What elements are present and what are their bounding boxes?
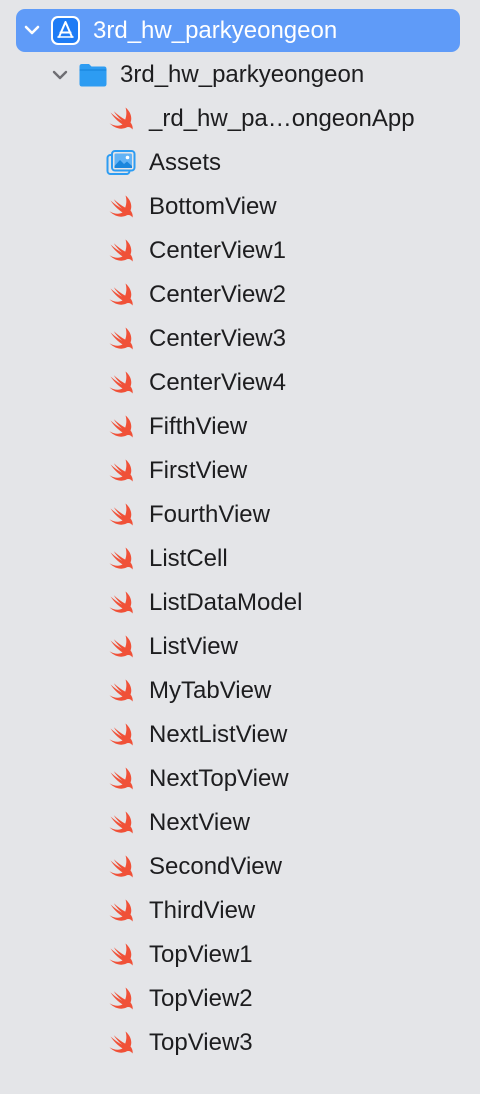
file-row[interactable]: ListCell [0,537,480,581]
file-name: Assets [149,149,222,176]
file-row[interactable]: CenterView2 [0,273,480,317]
swift-file-icon [109,635,133,658]
file-row[interactable]: NextView [0,801,480,845]
file-name: ListDataModel [149,589,303,616]
swift-file-icon [109,459,133,482]
swift-file-icon [109,679,133,702]
file-row[interactable]: FourthView [0,493,480,537]
project-name: 3rd_hw_parkyeongeon [93,17,338,44]
file-row[interactable]: FirstView [0,449,480,493]
swift-file-icon [109,1031,133,1054]
file-name: CenterView2 [149,281,286,308]
swift-file-icon [109,767,133,790]
chevron-down-icon[interactable] [51,66,69,84]
swift-file-icon [109,899,133,922]
chevron-down-icon[interactable] [23,21,41,39]
file-name: CenterView1 [149,237,286,264]
file-name: FourthView [149,501,270,528]
file-row[interactable]: ThirdView [0,889,480,933]
file-row[interactable]: CenterView4 [0,361,480,405]
file-row[interactable]: CenterView3 [0,317,480,361]
file-name: SecondView [149,853,282,880]
project-row[interactable]: 3rd_hw_parkyeongeon [16,9,460,52]
blue-folder-icon [79,64,107,87]
file-name: FifthView [149,413,248,440]
file-name: BottomView [149,193,277,220]
file-row[interactable]: Assets [0,141,480,185]
file-row[interactable]: TopView2 [0,977,480,1021]
file-row[interactable]: NextTopView [0,757,480,801]
file-row[interactable]: NextListView [0,713,480,757]
asset-catalog-icon [106,150,136,175]
swift-file-icon [109,239,133,262]
swift-file-icon [109,415,133,438]
swift-file-icon [109,547,133,570]
file-name: TopView2 [149,985,253,1012]
swift-file-icon [109,327,133,350]
file-row[interactable]: ListDataModel [0,581,480,625]
file-row[interactable]: TopView1 [0,933,480,977]
file-row[interactable]: FifthView [0,405,480,449]
file-row[interactable]: ListView [0,625,480,669]
file-name: ListCell [149,545,228,572]
swift-file-icon [109,943,133,966]
file-row[interactable]: BottomView [0,185,480,229]
swift-file-icon [109,283,133,306]
group-name: 3rd_hw_parkyeongeon [120,61,365,88]
file-row[interactable]: SecondView [0,845,480,889]
file-name: TopView3 [149,1029,253,1056]
file-name: FirstView [149,457,248,484]
swift-file-icon [109,195,133,218]
group-row[interactable]: 3rd_hw_parkyeongeon [0,53,480,97]
swift-file-icon [109,811,133,834]
swift-file-icon [109,855,133,878]
swift-file-icon [109,987,133,1010]
swift-file-icon [109,723,133,746]
file-name: ListView [149,633,238,660]
file-row[interactable]: TopView3 [0,1021,480,1065]
swift-file-icon [109,371,133,394]
file-name: _rd_hw_pa…ongeonApp [149,105,415,132]
file-row[interactable]: MyTabView [0,669,480,713]
file-row[interactable]: CenterView1 [0,229,480,273]
file-name: NextView [149,809,250,836]
file-name: CenterView4 [149,369,286,396]
file-name: CenterView3 [149,325,286,352]
file-name: ThirdView [149,897,256,924]
file-name: NextTopView [149,765,289,792]
swift-file-icon [109,503,133,526]
file-row[interactable]: _rd_hw_pa…ongeonApp [0,97,480,141]
swift-file-icon [109,591,133,614]
swift-file-icon [109,107,133,130]
file-name: TopView1 [149,941,253,968]
project-navigator: 3rd_hw_parkyeongeon 3rd_hw_parkyeongeon … [0,0,480,1094]
file-name: MyTabView [149,677,272,704]
xcode-app-icon [51,16,80,45]
file-name: NextListView [149,721,288,748]
